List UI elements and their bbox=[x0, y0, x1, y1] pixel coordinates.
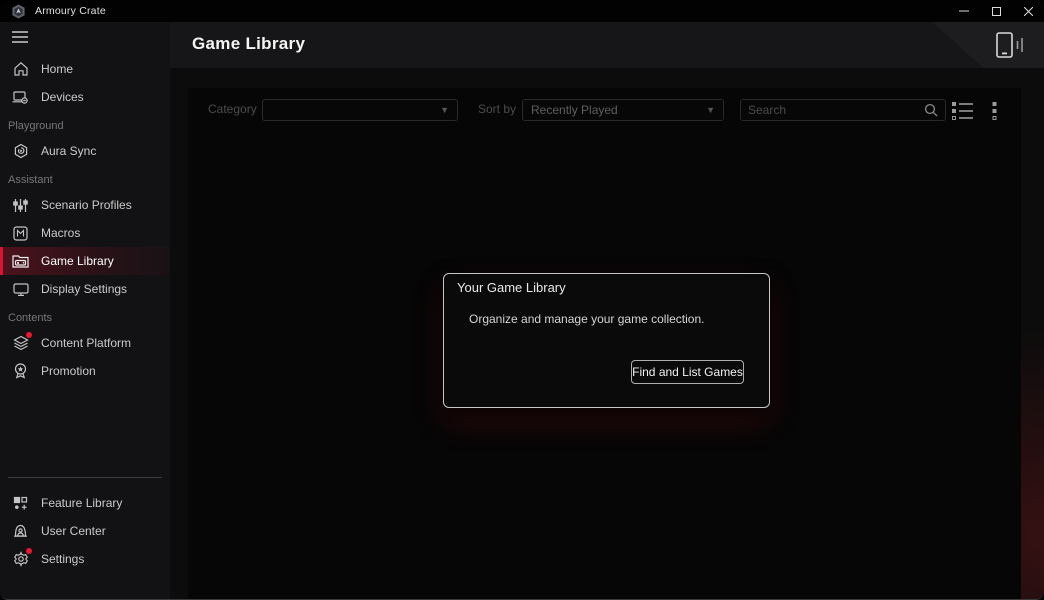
game-folder-icon bbox=[12, 253, 29, 270]
page-title: Game Library bbox=[192, 34, 306, 53]
page-header: Game Library bbox=[170, 22, 1044, 68]
dialog-body-text: Organize and manage your game collection… bbox=[469, 312, 705, 326]
sidebar-item-label: Settings bbox=[41, 552, 85, 566]
devices-icon bbox=[12, 89, 29, 106]
search-input[interactable] bbox=[748, 103, 924, 117]
window-controls bbox=[948, 0, 1044, 22]
sidebar-item-label: Promotion bbox=[41, 364, 96, 378]
sidebar-item-user-center[interactable]: User Center bbox=[0, 517, 170, 545]
your-game-library-dialog: Your Game Library Organize and manage yo… bbox=[443, 273, 770, 408]
sidebar-item-game-library[interactable]: Game Library bbox=[0, 247, 170, 275]
app-title: Armoury Crate bbox=[35, 5, 106, 17]
sidebar-item-home[interactable]: Home bbox=[0, 55, 170, 83]
home-icon bbox=[12, 61, 29, 78]
sidebar-item-feature-library[interactable]: Feature Library bbox=[0, 489, 170, 517]
search-icon[interactable] bbox=[924, 103, 938, 117]
sidebar-bottom-group: Feature Library User Center Settings bbox=[0, 477, 170, 573]
sidebar-item-label: Home bbox=[41, 62, 74, 76]
minimize-button[interactable] bbox=[948, 0, 980, 22]
maximize-button[interactable] bbox=[980, 0, 1012, 22]
notification-dot bbox=[26, 331, 32, 338]
sidebar-item-label: Display Settings bbox=[41, 282, 128, 296]
gear-icon bbox=[12, 547, 32, 568]
header-corner-panel bbox=[932, 22, 1044, 68]
armoury-crate-window: Armoury Crate Home Devices Playground Au… bbox=[0, 0, 1044, 600]
sidebar-section-playground: Playground bbox=[8, 120, 64, 132]
chevron-down-icon: ▼ bbox=[706, 105, 715, 115]
sidebar-item-devices[interactable]: Devices bbox=[0, 83, 170, 111]
sort-by-value: Recently Played bbox=[531, 103, 618, 117]
hamburger-menu-icon[interactable] bbox=[12, 30, 28, 48]
sidebar: Home Devices Playground Aura Sync Assist… bbox=[0, 22, 170, 599]
chevron-down-icon: ▼ bbox=[440, 105, 449, 115]
search-box bbox=[740, 99, 946, 121]
close-button[interactable] bbox=[1012, 0, 1044, 22]
medal-icon bbox=[12, 363, 29, 380]
armoury-crate-logo-icon bbox=[11, 3, 26, 19]
sidebar-item-label: Aura Sync bbox=[41, 144, 97, 158]
sidebar-item-scenario-profiles[interactable]: Scenario Profiles bbox=[0, 191, 170, 219]
sidebar-item-label: Devices bbox=[41, 90, 84, 104]
dialog-title: Your Game Library bbox=[457, 280, 566, 295]
macro-icon bbox=[12, 225, 29, 242]
sidebar-item-macros[interactable]: Macros bbox=[0, 219, 170, 247]
title-bar: Armoury Crate bbox=[0, 0, 1044, 22]
sort-by-label: Sort by bbox=[478, 102, 517, 116]
sidebar-section-contents: Contents bbox=[8, 312, 53, 324]
sidebar-item-label: Content Platform bbox=[41, 336, 132, 350]
find-and-list-games-button[interactable]: Find and List Games bbox=[631, 360, 744, 384]
sidebar-item-label: Scenario Profiles bbox=[41, 198, 132, 212]
layers-icon bbox=[12, 331, 32, 352]
sidebar-item-display-settings[interactable]: Display Settings bbox=[0, 275, 170, 303]
sidebar-item-label: Game Library bbox=[41, 254, 114, 268]
user-bell-icon bbox=[12, 523, 29, 540]
category-label: Category bbox=[208, 102, 257, 116]
sidebar-item-promotion[interactable]: Promotion bbox=[0, 357, 170, 385]
sidebar-divider bbox=[8, 477, 162, 478]
mobile-device-icon[interactable] bbox=[996, 32, 1024, 58]
sidebar-item-content-platform[interactable]: Content Platform bbox=[0, 329, 170, 357]
sidebar-item-settings[interactable]: Settings bbox=[0, 545, 170, 573]
sliders-icon bbox=[12, 197, 29, 214]
sidebar-item-label: Feature Library bbox=[41, 496, 123, 510]
content-area: Category ▼ Sort by Recently Played ▼ Sea… bbox=[170, 68, 1044, 599]
sidebar-section-assistant: Assistant bbox=[8, 174, 53, 186]
sidebar-item-label: Macros bbox=[41, 226, 81, 240]
sort-by-dropdown[interactable]: Recently Played ▼ bbox=[522, 99, 724, 121]
category-dropdown[interactable]: ▼ bbox=[262, 99, 458, 121]
feature-grid-icon bbox=[12, 495, 29, 512]
monitor-icon bbox=[12, 281, 29, 298]
notification-dot bbox=[26, 547, 32, 554]
tile-view-icon[interactable] bbox=[983, 101, 1005, 121]
sidebar-item-aura-sync[interactable]: Aura Sync bbox=[0, 137, 170, 165]
sidebar-item-label: User Center bbox=[41, 524, 106, 538]
list-view-icon[interactable] bbox=[951, 101, 973, 121]
aura-sync-icon bbox=[12, 143, 29, 160]
